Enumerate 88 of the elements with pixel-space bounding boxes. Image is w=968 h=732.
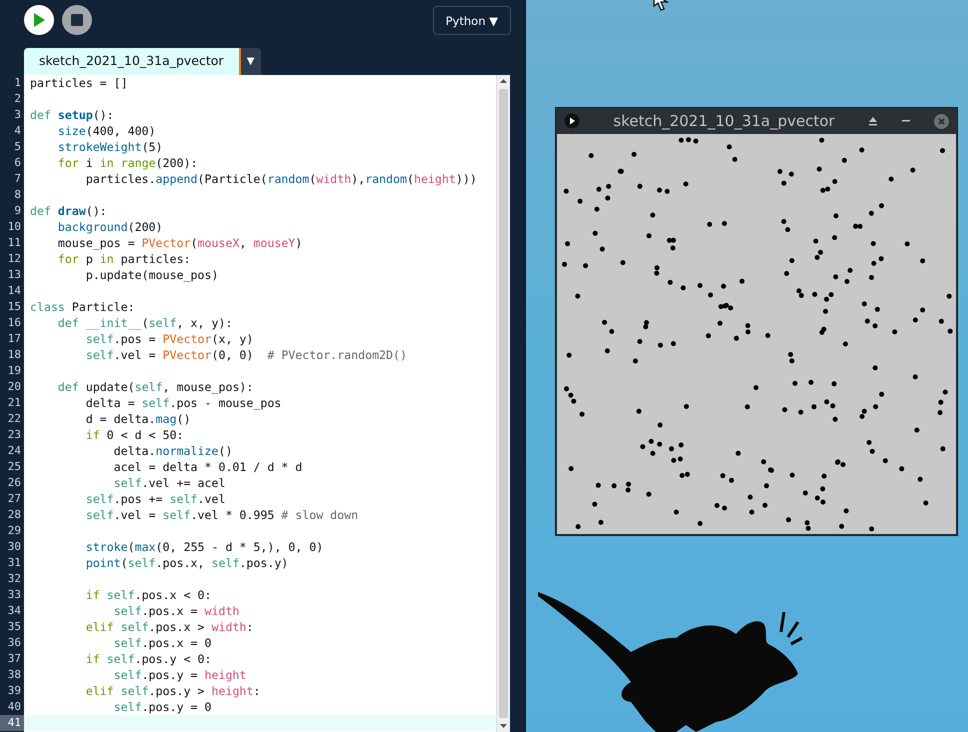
line-number: 17 — [6, 331, 22, 347]
code-line: self.pos += self.vel — [84, 491, 226, 507]
line-number: 22 — [6, 411, 22, 427]
minimize-icon[interactable] — [902, 120, 910, 122]
line-number: 36 — [6, 635, 22, 651]
code-line: p.update(mouse_pos) — [84, 267, 220, 283]
code-line: particles.append(Particle(random(width),random(height))) — [84, 171, 478, 187]
window-menu-icon[interactable] — [564, 113, 580, 129]
line-number: 30 — [6, 539, 22, 555]
line-number: 7 — [13, 171, 22, 187]
line-number: 19 — [6, 363, 22, 379]
line-number: 18 — [6, 347, 22, 363]
line-number: 16 — [6, 315, 22, 331]
line-number: 12 — [6, 251, 22, 267]
code-line: if self.pos.y < 0: — [84, 651, 212, 667]
code-line: strokeWeight(5) — [56, 139, 164, 155]
stop-icon — [71, 14, 83, 26]
line-number: 13 — [6, 267, 22, 283]
line-number: 26 — [6, 475, 22, 491]
code-line: self.pos.x = 0 — [112, 635, 212, 651]
code-line: if self.pos.x < 0: — [84, 587, 212, 603]
code-line: def __init__(self, x, y): — [56, 315, 234, 331]
line-number: 10 — [6, 219, 22, 235]
language-dropdown[interactable]: Python ▼ — [432, 6, 511, 35]
code-line: self.pos.y = height — [112, 667, 248, 683]
line-number: 27 — [6, 491, 22, 507]
code-line: def draw(): — [29, 203, 108, 219]
line-number: 24 — [6, 443, 22, 459]
run-button[interactable] — [24, 5, 54, 35]
close-icon[interactable] — [934, 114, 949, 128]
code-line: mouse_pos = PVector(mouseX, mouseY) — [56, 235, 304, 251]
code-line: self.pos.x = width — [112, 603, 240, 619]
line-number: 2 — [13, 91, 22, 107]
code-line: acel = delta * 0.01 / d * d — [112, 459, 304, 475]
line-number: 23 — [6, 427, 22, 443]
line-number: 38 — [6, 667, 22, 683]
line-number: 8 — [13, 187, 22, 203]
tab-menu-button[interactable]: ▼ — [240, 48, 261, 75]
code-line: particles = [] — [29, 75, 129, 91]
line-number: 15 — [6, 299, 22, 315]
line-number: 14 — [6, 283, 22, 299]
line-number: 20 — [6, 379, 22, 395]
line-number: 41 — [0, 715, 24, 731]
code-line: d = delta.mag() — [84, 411, 192, 427]
line-number: 40 — [6, 699, 22, 715]
code-line: background(200) — [56, 219, 164, 235]
code-line: def update(self, mouse_pos): — [56, 379, 254, 395]
code-line: for p in particles: — [56, 251, 192, 267]
code-line: point(self.pos.x, self.pos.y) — [84, 555, 290, 571]
play-icon — [33, 13, 45, 27]
line-number: 6 — [13, 155, 22, 171]
line-number: 4 — [13, 123, 22, 139]
code-line: self.vel = self.vel * 0.995 # slow down — [84, 507, 360, 523]
line-number: 35 — [6, 619, 22, 635]
line-number: 39 — [6, 683, 22, 699]
file-tab[interactable]: sketch_2021_10_31a_pvector — [24, 48, 241, 75]
line-number: 21 — [6, 395, 22, 411]
code-line: if 0 < d < 50: — [84, 427, 185, 443]
code-line: elif self.pos.y > height: — [84, 683, 262, 699]
code-line: self.vel = PVector(0, 0) # PVector.random2D() — [84, 347, 408, 363]
line-number: 34 — [6, 603, 22, 619]
code-line: self.pos = PVector(x, y) — [84, 331, 254, 347]
code-line: delta = self.pos - mouse_pos — [84, 395, 282, 411]
stop-button[interactable] — [62, 5, 92, 35]
eject-icon[interactable] — [868, 116, 878, 126]
code-line: class Particle: — [29, 299, 136, 315]
line-number: 3 — [13, 107, 22, 123]
code-line: self.pos.y = 0 — [112, 699, 212, 715]
line-number: 33 — [6, 587, 22, 603]
line-number: 28 — [6, 507, 22, 523]
code-line: stroke(max(0, 255 - d * 5,), 0, 0) — [84, 539, 324, 555]
line-number: 31 — [6, 555, 22, 571]
window-title: sketch_2021_10_31a_pvector — [612, 110, 836, 132]
line-number: 9 — [13, 203, 22, 219]
scrollbar[interactable] — [496, 75, 510, 732]
code-line: elif self.pos.x > width: — [84, 619, 254, 635]
line-number: 5 — [13, 139, 22, 155]
line-number: 37 — [6, 651, 22, 667]
line-number: 25 — [6, 459, 22, 475]
code-line: size(400, 400) — [56, 123, 157, 139]
code-line: for i in range(200): — [56, 155, 199, 171]
code-line: delta.normalize() — [112, 443, 234, 459]
line-number: 32 — [6, 571, 22, 587]
line-number: 1 — [13, 75, 22, 91]
code-line: self.vel += acel — [112, 475, 226, 491]
code-line: def setup(): — [29, 107, 115, 123]
line-number: 11 — [6, 235, 22, 251]
line-number: 29 — [6, 523, 22, 539]
